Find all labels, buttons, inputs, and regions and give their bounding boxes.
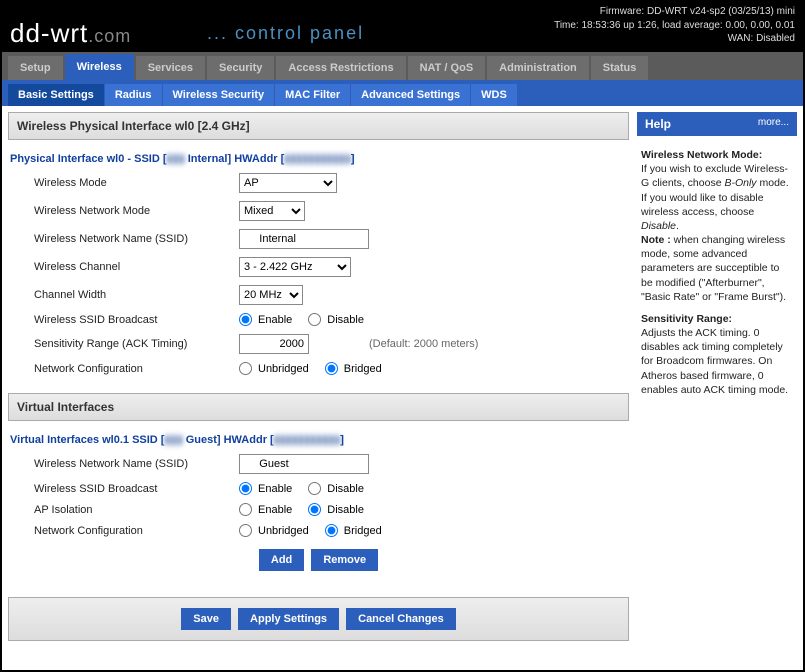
tab-administration[interactable]: Administration bbox=[487, 56, 589, 80]
subtab-advanced-settings[interactable]: Advanced Settings bbox=[351, 84, 470, 106]
tab-nat-qos[interactable]: NAT / QoS bbox=[408, 56, 486, 80]
netcfg-label: Network Configuration bbox=[34, 363, 239, 375]
section-physical-title: Wireless Physical Interface wl0 [2.4 GHz… bbox=[8, 112, 629, 140]
main-tabs: Setup Wireless Services Security Access … bbox=[2, 52, 803, 80]
vssid-input[interactable] bbox=[239, 454, 369, 474]
status-lines: Firmware: DD-WRT v24-sp2 (03/25/13) mini… bbox=[554, 5, 795, 46]
tab-security[interactable]: Security bbox=[207, 56, 274, 80]
top-bar: dd-wrt.com ... control panel Firmware: D… bbox=[2, 2, 803, 52]
tab-status[interactable]: Status bbox=[591, 56, 649, 80]
subtab-basic-settings[interactable]: Basic Settings bbox=[8, 84, 104, 106]
network-mode-label: Wireless Network Mode bbox=[34, 205, 239, 217]
netcfg-bridged-radio[interactable]: Bridged bbox=[325, 362, 382, 375]
virtual-iface-heading: Virtual Interfaces wl0.1 SSID [▮▮▮ Guest… bbox=[10, 429, 627, 450]
remove-button[interactable]: Remove bbox=[311, 549, 378, 571]
help-p1: If you wish to exclude Wireless-G client… bbox=[641, 162, 793, 304]
channel-label: Wireless Channel bbox=[34, 261, 239, 273]
cancel-changes-button[interactable]: Cancel Changes bbox=[346, 608, 456, 630]
wireless-mode-label: Wireless Mode bbox=[34, 177, 239, 189]
tab-access-restrictions[interactable]: Access Restrictions bbox=[276, 56, 405, 80]
help-h2: Sensitivity Range: bbox=[641, 312, 793, 326]
broadcast-enable-radio[interactable]: Enable bbox=[239, 313, 292, 326]
sensitivity-hint: (Default: 2000 meters) bbox=[369, 338, 478, 350]
ssid-label: Wireless Network Name (SSID) bbox=[34, 233, 239, 245]
subtab-mac-filter[interactable]: MAC Filter bbox=[275, 84, 350, 106]
subtab-wireless-security[interactable]: Wireless Security bbox=[163, 84, 275, 106]
time-line: Time: 18:53:36 up 1:26, load average: 0.… bbox=[554, 19, 795, 33]
wan-line: WAN: Disabled bbox=[554, 32, 795, 46]
apiso-enable-radio[interactable]: Enable bbox=[239, 503, 292, 516]
ssid-input[interactable] bbox=[239, 229, 369, 249]
logo-text: dd-wrt.com bbox=[10, 20, 173, 46]
ssid-broadcast-label: Wireless SSID Broadcast bbox=[34, 314, 239, 326]
broadcast-disable-radio[interactable]: Disable bbox=[308, 313, 364, 326]
footer-buttons: Save Apply Settings Cancel Changes bbox=[8, 597, 629, 641]
vbroadcast-enable-radio[interactable]: Enable bbox=[239, 482, 292, 495]
control-panel-label: ... control panel bbox=[207, 23, 364, 44]
vssid-label: Wireless Network Name (SSID) bbox=[34, 458, 239, 470]
help-title: Help bbox=[645, 117, 671, 131]
tab-services[interactable]: Services bbox=[136, 56, 205, 80]
tab-wireless[interactable]: Wireless bbox=[65, 54, 134, 80]
add-button[interactable]: Add bbox=[259, 549, 304, 571]
subtab-radius[interactable]: Radius bbox=[105, 84, 162, 106]
sensitivity-input[interactable] bbox=[239, 334, 309, 354]
sub-tabs: Basic Settings Radius Wireless Security … bbox=[2, 80, 803, 106]
help-more-link[interactable]: more... bbox=[758, 117, 789, 131]
netcfg-unbridged-radio[interactable]: Unbridged bbox=[239, 362, 309, 375]
help-header: Help more... bbox=[637, 112, 797, 136]
apiso-disable-radio[interactable]: Disable bbox=[308, 503, 364, 516]
wireless-mode-select[interactable]: AP bbox=[239, 173, 337, 193]
section-virtual-title: Virtual Interfaces bbox=[8, 393, 629, 421]
channel-width-label: Channel Width bbox=[34, 289, 239, 301]
help-p2: Adjusts the ACK timing. 0 disables ack t… bbox=[641, 326, 793, 397]
sensitivity-label: Sensitivity Range (ACK Timing) bbox=[34, 338, 239, 350]
apply-settings-button[interactable]: Apply Settings bbox=[238, 608, 339, 630]
help-body: Wireless Network Mode: If you wish to ex… bbox=[637, 136, 797, 413]
firmware-line: Firmware: DD-WRT v24-sp2 (03/25/13) mini bbox=[554, 5, 795, 19]
vbroadcast-label: Wireless SSID Broadcast bbox=[34, 483, 239, 495]
apiso-label: AP Isolation bbox=[34, 504, 239, 516]
network-mode-select[interactable]: Mixed bbox=[239, 201, 305, 221]
channel-select[interactable]: 3 - 2.422 GHz bbox=[239, 257, 351, 277]
vnetcfg-unbridged-radio[interactable]: Unbridged bbox=[239, 524, 309, 537]
vnetcfg-bridged-radio[interactable]: Bridged bbox=[325, 524, 382, 537]
vnetcfg-label: Network Configuration bbox=[34, 525, 239, 537]
tab-setup[interactable]: Setup bbox=[8, 56, 63, 80]
save-button[interactable]: Save bbox=[181, 608, 231, 630]
help-h1: Wireless Network Mode: bbox=[641, 148, 793, 162]
subtab-wds[interactable]: WDS bbox=[471, 84, 517, 106]
physical-iface-heading: Physical Interface wl0 - SSID [▮▮▮ Inter… bbox=[10, 148, 627, 169]
vbroadcast-disable-radio[interactable]: Disable bbox=[308, 482, 364, 495]
channel-width-select[interactable]: 20 MHz bbox=[239, 285, 303, 305]
